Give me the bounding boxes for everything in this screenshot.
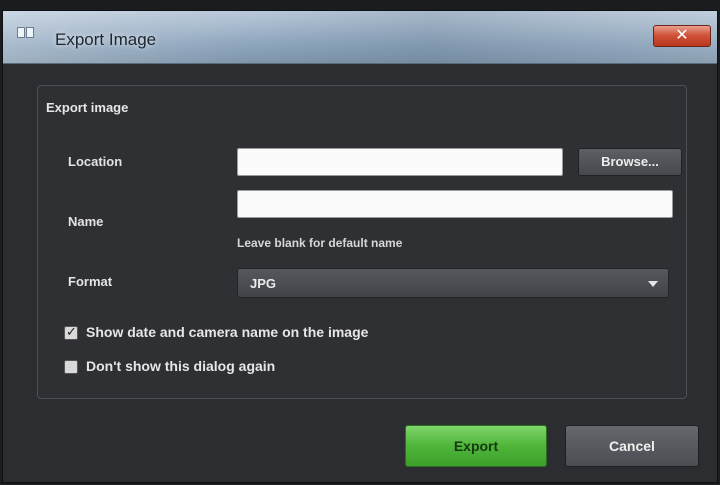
dont-show-checkbox[interactable] [64, 360, 78, 374]
export-image-dialog: Export Image ✕ Export image Location Bro… [2, 10, 718, 483]
location-input[interactable] [237, 148, 563, 176]
name-input[interactable] [237, 190, 673, 218]
app-icon [17, 25, 41, 39]
show-date-label[interactable]: Show date and camera name on the image [86, 324, 368, 340]
title-bar[interactable]: Export Image ✕ [3, 11, 717, 64]
dont-show-label[interactable]: Don't show this dialog again [86, 358, 275, 374]
show-date-checkbox[interactable]: ✓ [64, 324, 78, 340]
close-button[interactable]: ✕ [653, 25, 711, 47]
checkbox-check-icon: ✓ [66, 324, 77, 339]
group-title: Export image [46, 100, 129, 115]
cancel-button[interactable]: Cancel [565, 425, 699, 467]
window-title: Export Image [55, 30, 157, 49]
close-icon: ✕ [675, 27, 689, 44]
dropdown-arrow-icon [648, 281, 658, 287]
format-select[interactable]: JPG [237, 268, 669, 298]
location-label: Location [68, 154, 123, 169]
export-image-group: Export image Location Browse... Name Lea… [37, 85, 687, 399]
name-label: Name [68, 214, 104, 229]
name-hint: Leave blank for default name [237, 236, 403, 250]
format-label: Format [68, 274, 113, 289]
format-selected-value: JPG [250, 276, 277, 291]
export-button[interactable]: Export [405, 425, 547, 467]
browse-button[interactable]: Browse... [578, 148, 682, 176]
